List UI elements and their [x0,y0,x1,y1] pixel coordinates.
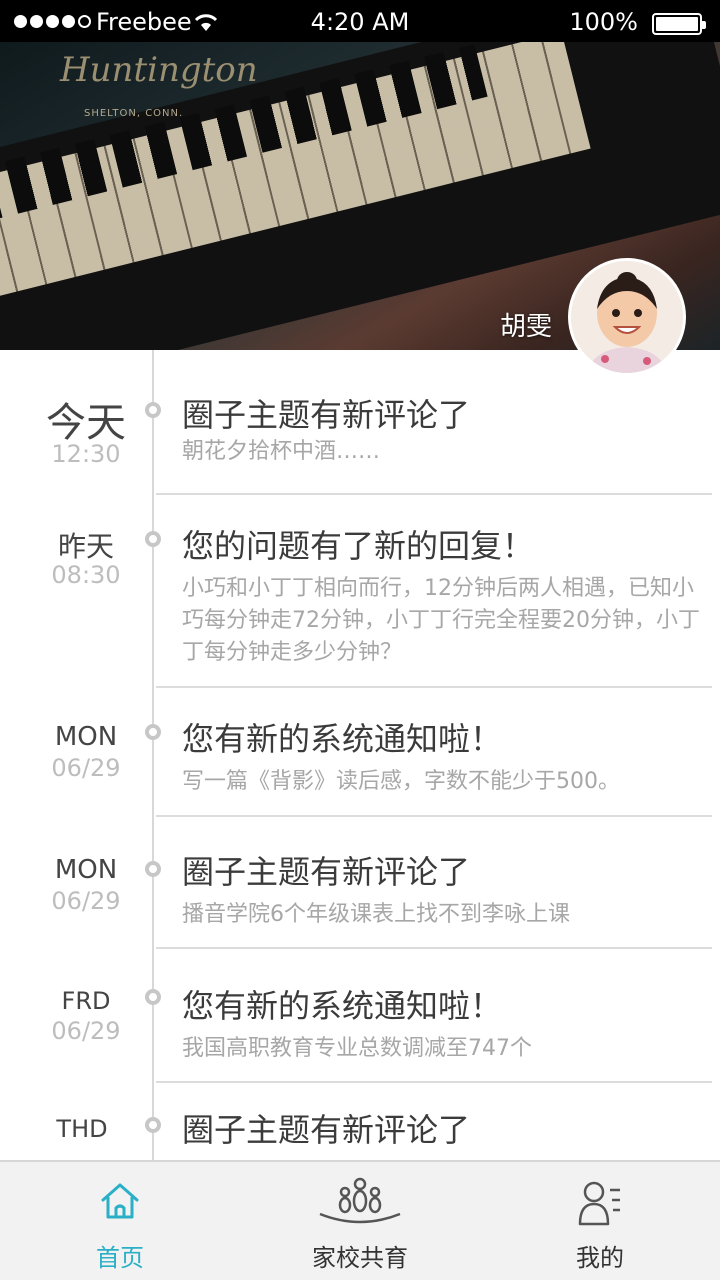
family-icon [319,1177,401,1224]
timeline-node-icon [145,1117,161,1133]
divider [156,686,712,688]
home-icon [101,1183,139,1219]
timeline-title: 圈子主题有新评论了 [182,396,471,434]
battery-icon [652,13,706,35]
timeline-time: 12:30 [51,440,121,468]
timeline-node-icon [145,724,161,740]
tab-family[interactable]: 家校共育 [240,1162,480,1280]
divider [156,947,712,949]
timeline-desc: 我国高职教育专业总数调减至747个 [182,1036,532,1061]
timeline-title: 圈子主题有新评论了 [182,853,471,891]
divider [156,493,712,495]
avatar[interactable] [568,258,686,376]
timeline-title: 圈子主题有新评论了 [182,1111,471,1149]
timeline-desc: 小巧和小丁丁相向而行，12分钟后两人相遇，已知小巧每分钟走72分钟，小丁丁行完全… [182,576,700,665]
timeline-title: 您的问题有了新的回复！ [182,527,535,565]
tab-bar: 首页 家校共育 我的 [0,1160,720,1280]
profile-icon [578,1181,620,1226]
timeline-time: 06/29 [51,754,121,782]
timeline-desc: 播音学院6个年级课表上找不到李咏上课 [182,902,570,927]
timeline-time: 06/29 [51,887,121,915]
timeline-title: 您有新的系统通知啦！ [182,720,503,758]
timeline-time: 06/29 [51,1017,121,1045]
piano-brand-sub: SHELTON, CONN. [84,108,184,119]
piano-brand-logo: Huntington [60,50,258,90]
battery-percentage: 100% [569,8,638,36]
timeline-node-icon [145,531,161,547]
tab-label: 我的 [576,1244,624,1272]
profile-name: 胡雯 [499,312,552,342]
divider [156,815,712,817]
timeline-desc: 朝花夕拾杯中酒…… [182,439,381,464]
status-bar: Freebee 4:20 AM 100% [0,0,720,42]
timeline-node-icon [145,402,161,418]
timeline-node-icon [145,861,161,877]
tab-label: 家校共育 [312,1244,408,1272]
timeline-desc: 写一篇《背影》读后感，字数不能少于500。 [182,769,620,794]
timeline-node-icon [145,989,161,1005]
timeline-title: 您有新的系统通知啦！ [182,987,503,1025]
timeline-time: 08:30 [51,561,121,589]
divider [156,1081,712,1083]
timeline-date: 昨天 [57,530,114,563]
tab-label: 首页 [96,1244,144,1272]
tab-home[interactable]: 首页 [0,1162,240,1280]
tab-profile[interactable]: 我的 [480,1162,720,1280]
timeline-date: THD [56,1115,108,1143]
